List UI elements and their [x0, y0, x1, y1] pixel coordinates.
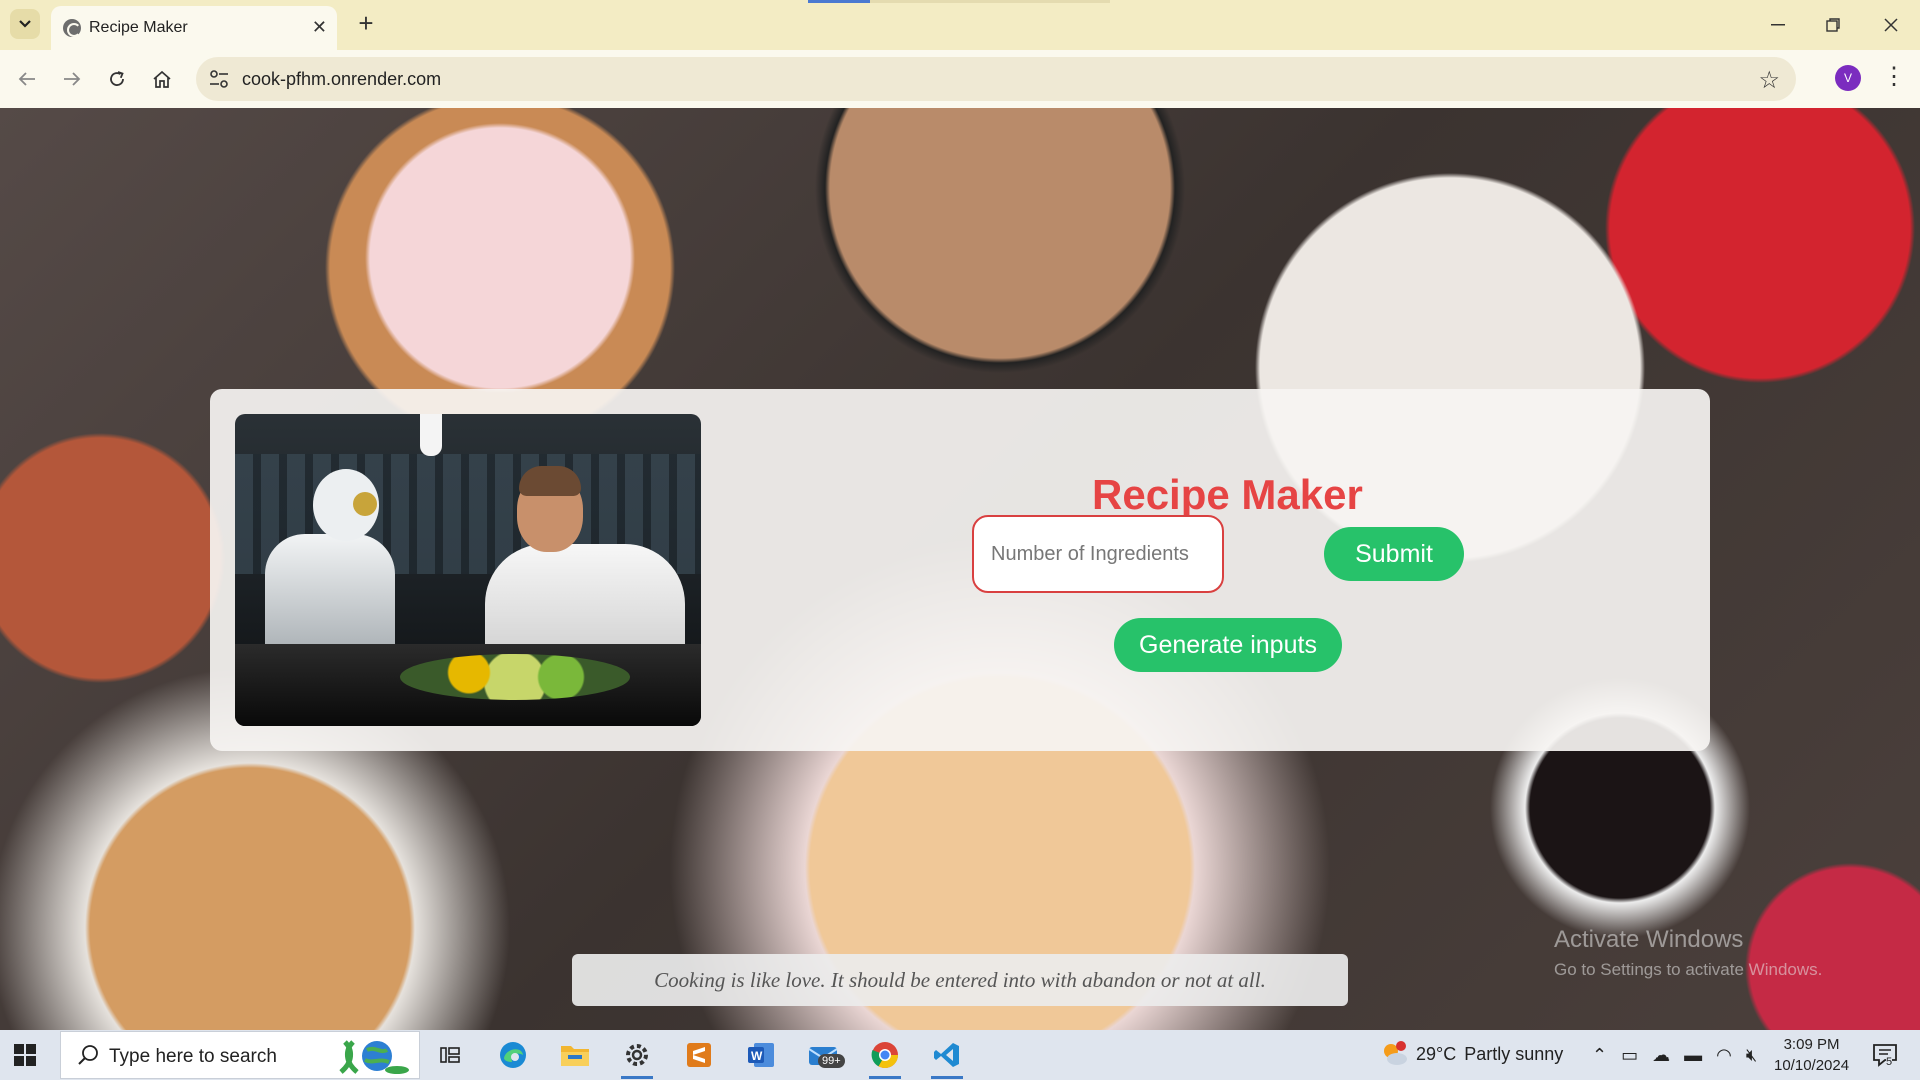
settings-icon[interactable]	[617, 1035, 657, 1079]
arrow-left-icon	[18, 72, 35, 86]
battery-icon[interactable]: ▬	[1684, 1045, 1702, 1066]
weather-description: Partly sunny	[1464, 1043, 1564, 1064]
svg-text:W: W	[751, 1049, 763, 1063]
page-title: Recipe Maker	[1092, 471, 1363, 518]
pendant-lamp	[420, 414, 442, 456]
taskbar-search[interactable]: Type here to search	[60, 1031, 420, 1079]
cooking-quote: Cooking is like love. It should be enter…	[572, 954, 1348, 1006]
browser-toolbar: cook-pfhm.onrender.com ☆ V ⋮	[0, 50, 1920, 108]
notification-count: 5	[1886, 1056, 1893, 1068]
home-button[interactable]	[147, 64, 177, 94]
profile-avatar[interactable]: V	[1835, 65, 1861, 91]
search-placeholder: Type here to search	[109, 1046, 277, 1067]
globe-icon	[63, 19, 81, 37]
browser-tabstrip: Recipe Maker ✕ +	[0, 0, 1920, 50]
taskbar-clock[interactable]: 3:09 PM 10/10/2024	[1774, 1034, 1849, 1076]
vscode-icon[interactable]	[927, 1035, 967, 1079]
bookmark-star-icon[interactable]: ☆	[1758, 66, 1780, 95]
tab-search-button[interactable]	[10, 9, 40, 39]
weather-widget[interactable]: 29°C Partly sunny	[1380, 1040, 1563, 1068]
new-tab-button[interactable]: +	[353, 10, 379, 36]
file-explorer-icon[interactable]	[555, 1035, 595, 1075]
url-text[interactable]: cook-pfhm.onrender.com	[242, 69, 441, 90]
restore-icon	[1826, 18, 1840, 32]
clock-time: 3:09 PM	[1783, 1036, 1840, 1053]
robot-visor	[353, 492, 377, 516]
activate-windows-watermark: Activate Windows Go to Settings to activ…	[1554, 926, 1822, 980]
search-icon	[78, 1045, 98, 1065]
back-button[interactable]	[12, 64, 42, 94]
word-icon[interactable]: W	[741, 1035, 781, 1075]
page-background: Recipe Maker Submit Generate inputs Cook…	[0, 108, 1920, 1030]
windows-taskbar: Type here to search W 99+ 29°C Partly su…	[0, 1030, 1920, 1080]
close-icon	[1884, 18, 1898, 32]
ingredients-count-input[interactable]	[972, 515, 1224, 593]
restore-button[interactable]	[1818, 10, 1848, 40]
reload-icon	[110, 71, 124, 86]
close-tab-icon[interactable]: ✕	[312, 17, 327, 37]
wifi-icon[interactable]: ◠	[1716, 1045, 1732, 1066]
meet-now-icon[interactable]: ▭	[1621, 1045, 1638, 1066]
mail-unread-badge: 99+	[818, 1054, 845, 1068]
clock-date: 10/10/2024	[1774, 1057, 1850, 1074]
windows-start-icon[interactable]	[14, 1044, 36, 1066]
chrome-icon[interactable]	[865, 1035, 905, 1079]
browser-menu-icon[interactable]: ⋮	[1882, 62, 1906, 92]
tab-strip-indicator-rest	[870, 0, 1110, 3]
onedrive-cloud-icon[interactable]: ☁	[1652, 1045, 1670, 1066]
recipe-card: Recipe Maker Submit Generate inputs	[210, 389, 1710, 751]
minimize-button[interactable]	[1763, 10, 1793, 40]
home-icon	[153, 70, 171, 88]
submit-button[interactable]: Submit	[1324, 527, 1464, 581]
tab-title: Recipe Maker	[89, 19, 188, 36]
arrow-right-icon	[64, 72, 81, 86]
site-info-icon[interactable]	[208, 69, 230, 89]
address-bar[interactable]: cook-pfhm.onrender.com ☆	[196, 57, 1796, 101]
weather-temperature: 29°C	[1416, 1043, 1457, 1064]
system-tray: ⌃ ▭ ☁ ▬ ◠ 🔇︎	[1592, 1045, 1757, 1066]
reload-button[interactable]	[102, 64, 132, 94]
search-highlight-ribbon-globe-icon[interactable]	[331, 1036, 411, 1076]
edge-icon[interactable]	[493, 1035, 533, 1075]
show-hidden-icons-icon[interactable]: ⌃	[1592, 1045, 1607, 1066]
generate-inputs-button[interactable]: Generate inputs	[1114, 618, 1342, 672]
watermark-title: Activate Windows	[1554, 926, 1744, 953]
volume-muted-icon[interactable]: 🔇︎	[1746, 1045, 1757, 1066]
chevron-down-icon	[19, 20, 31, 28]
close-window-button[interactable]	[1876, 10, 1906, 40]
watermark-subtitle: Go to Settings to activate Windows.	[1554, 960, 1823, 979]
task-view-icon[interactable]	[430, 1035, 470, 1075]
robot-chef-image	[235, 414, 701, 726]
tab-strip-indicator	[808, 0, 870, 3]
partly-sunny-icon	[1380, 1040, 1408, 1068]
minimize-icon	[1771, 24, 1785, 26]
forward-button[interactable]	[57, 64, 87, 94]
sublime-text-icon[interactable]	[679, 1035, 719, 1075]
chef-hair	[519, 466, 581, 496]
vegetables	[400, 654, 630, 700]
browser-tab-active[interactable]: Recipe Maker ✕	[51, 6, 337, 50]
notifications-icon[interactable]	[1870, 1040, 1900, 1070]
